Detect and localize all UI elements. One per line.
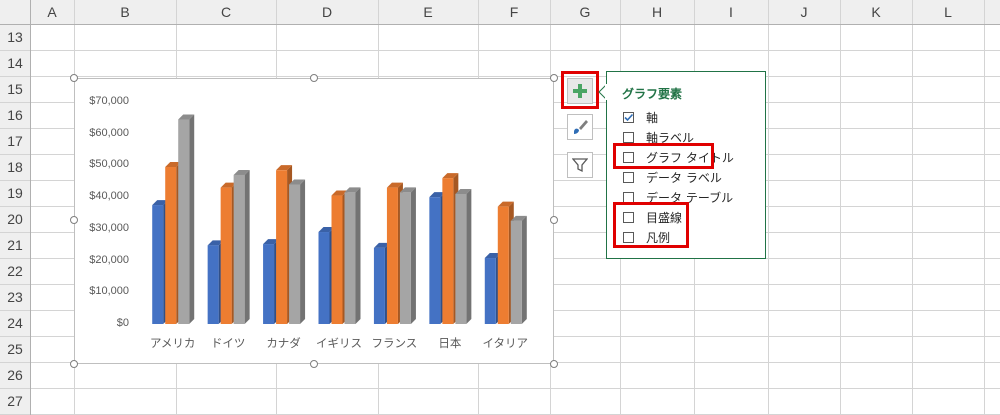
row-header-21[interactable]: 21 [0, 232, 30, 258]
row-header-18[interactable]: 18 [0, 154, 30, 180]
panel-title: グラフ要素 [622, 87, 683, 101]
resize-handle-left[interactable] [70, 216, 78, 224]
resize-handle-right[interactable] [550, 216, 558, 224]
panel-item-0[interactable]: 軸 [623, 108, 658, 126]
y-tick-label: $70,000 [89, 95, 129, 107]
plot-area [152, 114, 527, 324]
brush-icon [574, 120, 588, 134]
highlight-gridlines-legend [613, 202, 689, 248]
row-header-19[interactable]: 19 [0, 180, 30, 206]
y-tick-label: $50,000 [89, 158, 129, 171]
row-header-17[interactable]: 17 [0, 128, 30, 154]
x-category-label: 日本 [438, 336, 462, 350]
resize-handle-top[interactable] [310, 74, 318, 82]
row-header-13[interactable]: 13 [0, 24, 30, 50]
checkbox[interactable] [623, 171, 634, 183]
x-category-label: イタリア [482, 336, 529, 350]
bar-イタリア-s3[interactable] [510, 215, 527, 324]
y-tick-label: $60,000 [89, 126, 129, 139]
row-header-15[interactable]: 15 [0, 76, 30, 102]
checkbox-checked[interactable] [623, 111, 634, 123]
panel-item-label: データ ラベル [646, 170, 722, 185]
row-header-24[interactable]: 24 [0, 310, 30, 336]
bar-イギリス-s3[interactable] [344, 187, 361, 324]
column-header-f[interactable]: F [478, 0, 550, 24]
column-header-c[interactable]: C [176, 0, 276, 24]
column-header-a[interactable]: A [30, 0, 74, 24]
x-category-label: ドイツ [210, 336, 246, 350]
y-tick-label: $30,000 [89, 221, 129, 234]
column-header-b[interactable]: B [74, 0, 176, 24]
panel-item-label: 軸 [646, 110, 659, 125]
checkbox[interactable] [623, 191, 634, 203]
y-tick-label: $0 [116, 317, 129, 329]
resize-handle-top-left[interactable] [70, 74, 78, 82]
resize-handle-bottom-left[interactable] [70, 360, 78, 368]
row-header-26[interactable]: 26 [0, 362, 30, 388]
row-header-16[interactable]: 16 [0, 102, 30, 128]
bar-アメリカ-s3[interactable] [178, 114, 195, 324]
chart-area[interactable]: $70,000 $60,000 $50,000 $40,000 $30,000 $20,0… [74, 78, 554, 364]
highlight-elements-button [561, 71, 599, 109]
bar-カナダ-s3[interactable] [289, 179, 306, 324]
checkbox[interactable] [623, 131, 634, 143]
row-header-20[interactable]: 20 [0, 206, 30, 232]
funnel-icon [572, 158, 588, 173]
row-header-14[interactable]: 14 [0, 50, 30, 76]
resize-handle-top-right[interactable] [550, 74, 558, 82]
column-header-l[interactable]: L [912, 0, 984, 24]
x-category-label: イギリス [316, 336, 362, 350]
bar-フランス-s3[interactable] [399, 187, 416, 324]
x-category-label: アメリカ [149, 336, 196, 350]
y-tick-label: $40,000 [89, 190, 129, 203]
column-header-j[interactable]: J [768, 0, 840, 24]
column-header-g[interactable]: G [550, 0, 620, 24]
x-category-label: カナダ [266, 336, 301, 350]
chart-filters-button[interactable] [567, 152, 593, 178]
highlight-chart-title [613, 143, 714, 169]
chart-styles-button[interactable] [567, 114, 593, 140]
column-header-d[interactable]: D [276, 0, 378, 24]
panel-item-3[interactable]: データ ラベル [623, 168, 722, 186]
column-header-i[interactable]: I [694, 0, 768, 24]
y-tick-label: $20,000 [89, 253, 129, 266]
resize-handle-bottom-right[interactable] [550, 360, 558, 368]
row-header-22[interactable]: 22 [0, 258, 30, 284]
column-header-h[interactable]: H [620, 0, 694, 24]
x-category-label: フランス [371, 336, 418, 350]
row-header-27[interactable]: 27 [0, 388, 30, 414]
y-tick-label: $10,000 [89, 285, 129, 298]
column-header-k[interactable]: K [840, 0, 912, 24]
bar-ドイツ-s3[interactable] [233, 169, 250, 324]
resize-handle-bottom[interactable] [310, 360, 318, 368]
checkmark-icon [624, 113, 634, 121]
row-header-25[interactable]: 25 [0, 336, 30, 362]
row-header-23[interactable]: 23 [0, 284, 30, 310]
column-header-e[interactable]: E [378, 0, 478, 24]
bar-日本-s3[interactable] [455, 188, 472, 324]
